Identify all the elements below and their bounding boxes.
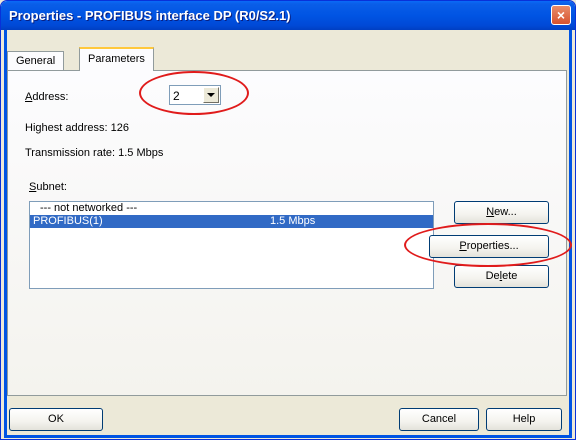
chevron-down-icon[interactable]	[203, 87, 219, 103]
new-rest: ew...	[494, 206, 517, 218]
address-value: 2	[173, 89, 180, 103]
subnet-name: PROFIBUS(1)	[33, 215, 103, 227]
window-title: Properties - PROFIBUS interface DP (R0/S…	[9, 8, 291, 23]
address-select[interactable]: 2	[169, 85, 221, 105]
transmission-rate-text: Transmission rate: 1.5 Mbps	[25, 147, 164, 159]
help-button[interactable]: Help	[486, 408, 562, 431]
ok-label: OK	[48, 413, 64, 425]
list-item[interactable]: PROFIBUS(1) 1.5 Mbps	[30, 215, 433, 228]
tab-parameters-label: Parameters	[88, 53, 145, 65]
ok-button[interactable]: OK	[9, 408, 103, 431]
tab-general-label: General	[16, 55, 56, 67]
del-rest: ete	[502, 270, 518, 282]
delete-subnet-button[interactable]: Delete	[454, 265, 549, 288]
close-button[interactable]: ×	[551, 5, 571, 25]
properties-dialog: Properties - PROFIBUS interface DP (R0/S…	[0, 0, 576, 440]
new-subnet-button[interactable]: New...	[454, 201, 549, 224]
new-accel: N	[486, 206, 495, 218]
subnet-label-rest: ubnet:	[36, 181, 67, 193]
subnet-properties-button[interactable]: Properties...	[429, 235, 549, 258]
close-icon: ×	[556, 7, 566, 23]
del-pre: De	[485, 270, 500, 282]
list-item[interactable]: --- not networked ---	[30, 202, 433, 215]
highest-address-text: Highest address: 126	[25, 122, 129, 134]
subnet-rate: 1.5 Mbps	[270, 215, 316, 227]
subnet-name: --- not networked ---	[40, 202, 138, 214]
subnet-list[interactable]: --- not networked --- PROFIBUS(1) 1.5 Mb…	[29, 201, 434, 289]
props-accel: P	[459, 240, 467, 252]
tab-parameters[interactable]: Parameters	[79, 47, 154, 71]
title-bar[interactable]: Properties - PROFIBUS interface DP (R0/S…	[1, 1, 575, 30]
tab-general[interactable]: General	[7, 51, 65, 70]
address-label: Address:	[25, 91, 68, 103]
address-label-rest: ddress:	[32, 91, 69, 103]
props-rest: roperties...	[466, 240, 519, 252]
cancel-button[interactable]: Cancel	[399, 408, 479, 431]
cancel-label: Cancel	[421, 413, 457, 425]
help-label: Help	[512, 413, 536, 425]
subnet-label: Subnet:	[29, 181, 67, 193]
